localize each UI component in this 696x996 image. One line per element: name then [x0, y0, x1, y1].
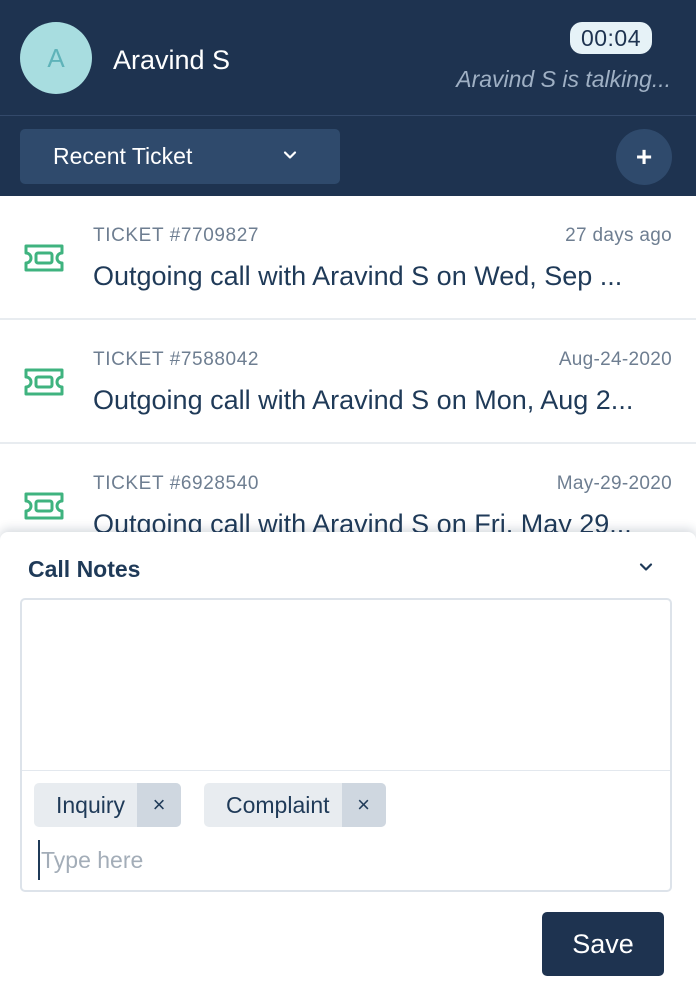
tag-input[interactable]	[38, 840, 438, 880]
tag-label: Inquiry	[56, 791, 126, 818]
ticket-icon	[24, 368, 64, 396]
ticket-icon	[24, 244, 64, 272]
call-notes-title: Call Notes	[28, 556, 141, 582]
ticket-id: TICKET #7709827	[93, 225, 260, 246]
tag-inquiry: Inquiry ×	[34, 783, 182, 827]
ticket-filter-label: Recent Ticket	[53, 143, 193, 169]
ticket-date: May-29-2020	[556, 473, 672, 494]
call-timer: 00:04	[569, 22, 652, 54]
ticket-row[interactable]: TICKET #7709827 27 days ago Outgoing cal…	[0, 196, 696, 320]
ticket-icon	[24, 492, 64, 520]
close-icon[interactable]: ×	[341, 783, 386, 827]
ticket-date: 27 days ago	[565, 225, 672, 246]
call-notes-panel: Call Notes Inquiry × Complaint × Save	[0, 532, 696, 996]
caller-name: Aravind S	[113, 45, 231, 75]
close-icon[interactable]: ×	[137, 783, 182, 827]
call-notes-textarea[interactable]	[22, 600, 670, 770]
ticket-id: TICKET #7588042	[93, 349, 260, 370]
avatar: A	[20, 22, 92, 94]
call-status-text: Aravind S is talking...	[456, 66, 671, 92]
save-button[interactable]: Save	[542, 912, 664, 976]
ticket-filter-dropdown[interactable]: Recent Ticket	[20, 129, 340, 184]
header-divider	[0, 115, 696, 116]
chevron-down-icon[interactable]	[638, 559, 654, 575]
chevron-down-icon	[283, 151, 297, 159]
call-header: A Aravind S 00:04 Aravind S is talking..…	[0, 0, 696, 196]
ticket-title: Outgoing call with Aravind S on Wed, Sep…	[93, 261, 623, 291]
tag-label: Complaint	[226, 791, 330, 818]
ticket-list: TICKET #7709827 27 days ago Outgoing cal…	[0, 196, 696, 568]
ticket-date: Aug-24-2020	[558, 349, 672, 370]
ticket-id: TICKET #6928540	[93, 473, 260, 494]
ticket-row[interactable]: TICKET #7588042 Aug-24-2020 Outgoing cal…	[0, 320, 696, 444]
plus-icon: +	[635, 141, 653, 172]
add-ticket-button[interactable]: +	[616, 129, 672, 185]
call-notes-box: Inquiry × Complaint ×	[20, 598, 672, 892]
caller-info: A Aravind S 00:04 Aravind S is talking..…	[0, 0, 696, 115]
tag-complaint: Complaint ×	[204, 783, 386, 827]
ticket-title: Outgoing call with Aravind S on Mon, Aug…	[93, 385, 634, 415]
notes-divider	[22, 770, 670, 771]
